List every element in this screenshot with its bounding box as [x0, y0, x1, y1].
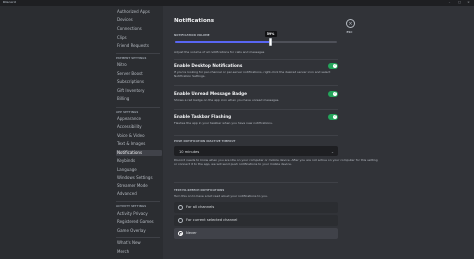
- sidebar-item-authorized-apps[interactable]: Authorized Apps: [116, 9, 162, 15]
- check-icon: ✓: [333, 114, 337, 119]
- check-icon: ✓: [333, 63, 337, 68]
- volume-tooltip: 59%: [264, 31, 277, 37]
- sidebar-item-text-images[interactable]: Text & Images: [116, 141, 162, 147]
- sidebar-divider: [116, 237, 160, 238]
- section-divider: [174, 135, 338, 136]
- volume-slider[interactable]: [175, 41, 337, 43]
- sidebar-divider: [116, 53, 160, 54]
- sidebar-item-notifications[interactable]: Notifications: [116, 150, 162, 156]
- taskbar-flashing-description: Flashes the app in your taskbar when you…: [174, 121, 273, 125]
- desktop-notifications-title: Enable Desktop Notifications: [174, 63, 243, 68]
- sidebar-item-merch[interactable]: Merch: [116, 249, 162, 255]
- sidebar-item-voice-video[interactable]: Voice & Video: [116, 133, 162, 139]
- sidebar-header-billing: PAYMENT SETTINGS: [116, 57, 147, 60]
- page-title: Notifications: [174, 18, 215, 24]
- section-divider: [174, 109, 338, 110]
- tts-option-current-channel[interactable]: For current selected channel: [174, 215, 338, 226]
- radio-icon: [178, 218, 183, 223]
- sidebar-divider: [116, 201, 160, 202]
- volume-header: NOTIFICATION VOLUME: [174, 34, 210, 37]
- maximize-icon[interactable]: □: [458, 1, 461, 4]
- close-settings[interactable]: × ESC: [346, 19, 356, 35]
- sidebar-item-clips[interactable]: Clips: [116, 35, 162, 41]
- sidebar-item-connections[interactable]: Connections: [116, 26, 162, 32]
- tts-option-label: Never: [186, 231, 197, 235]
- unread-badge-description: Shows a red badge on the app icon when y…: [174, 98, 280, 102]
- taskbar-flashing-toggle[interactable]: ✓: [328, 114, 338, 120]
- sidebar-header-activity: ACTIVITY SETTINGS: [116, 205, 147, 208]
- sidebar-item-game-overlay[interactable]: Game Overlay: [116, 228, 162, 234]
- sidebar-item-whats-new[interactable]: What's New: [116, 240, 162, 246]
- esc-label: ESC: [346, 30, 353, 34]
- tts-option-label: For current selected channel: [186, 218, 238, 222]
- sidebar-item-friend-requests[interactable]: Friend Requests: [116, 43, 162, 49]
- sidebar-item-billing[interactable]: Billing: [116, 96, 162, 102]
- unread-badge-toggle[interactable]: ✓: [328, 91, 338, 97]
- sidebar-item-windows-settings[interactable]: Windows Settings: [116, 175, 162, 181]
- taskbar-flashing-title: Enable Taskbar Flashing: [174, 114, 232, 119]
- sidebar-divider: [116, 107, 160, 108]
- close-window-icon[interactable]: ×: [467, 1, 470, 4]
- sidebar-item-appearance[interactable]: Appearance: [116, 116, 162, 122]
- sidebar-item-language[interactable]: Language: [116, 167, 162, 173]
- push-timeout-header: PUSH NOTIFICATION INACTIVE TIMEOUT: [174, 140, 236, 143]
- sidebar-item-keybinds[interactable]: Keybinds: [116, 158, 162, 164]
- volume-description: Adjust the volume of all notifications f…: [174, 50, 265, 54]
- chevron-down-icon: ⌄: [330, 150, 334, 154]
- section-divider: [174, 85, 338, 86]
- sidebar-item-registered-games[interactable]: Registered Games: [116, 219, 162, 225]
- desktop-notifications-description-2: Notification Settings.: [174, 74, 206, 78]
- sidebar-item-subscriptions[interactable]: Subscriptions: [116, 79, 162, 85]
- sidebar-item-activity-privacy[interactable]: Activity Privacy: [116, 211, 162, 217]
- volume-slider-handle[interactable]: [269, 37, 273, 46]
- sidebar-item-accessibility[interactable]: Accessibility: [116, 124, 162, 130]
- section-divider: [174, 59, 338, 60]
- check-icon: ✓: [333, 91, 337, 96]
- minimize-icon[interactable]: –: [448, 1, 451, 4]
- window-title: Discord: [3, 0, 16, 4]
- sidebar-item-streamer-mode[interactable]: Streamer Mode: [116, 183, 162, 189]
- desktop-notifications-toggle[interactable]: ✓: [328, 63, 338, 69]
- sidebar-item-gift-inventory[interactable]: Gift Inventory: [116, 88, 162, 94]
- push-timeout-description-2: or connect it to the app, we will send p…: [174, 162, 292, 166]
- tts-option-never[interactable]: Never: [174, 228, 338, 239]
- tts-description: Turn this on to have a bot read aloud yo…: [174, 194, 268, 198]
- sidebar-item-advanced[interactable]: Advanced: [116, 191, 162, 197]
- volume-slider-fill: [175, 41, 271, 43]
- sidebar-item-server-boost[interactable]: Server Boost: [116, 71, 162, 77]
- radio-icon: [178, 231, 183, 236]
- sidebar-item-devices[interactable]: Devices: [116, 17, 162, 23]
- sidebar-header-app: APP SETTINGS: [116, 111, 139, 114]
- push-timeout-value: 10 minutes: [179, 150, 200, 154]
- section-divider: [174, 182, 338, 183]
- radio-icon: [178, 205, 183, 210]
- tts-header: TEXT-TO-SPEECH NOTIFICATIONS: [174, 189, 225, 192]
- push-timeout-select[interactable]: 10 minutes ⌄: [174, 146, 338, 156]
- tts-option-label: For all channels: [186, 205, 215, 209]
- tts-option-all-channels[interactable]: For all channels: [174, 202, 338, 213]
- close-icon[interactable]: ×: [346, 19, 355, 28]
- unread-badge-title: Enable Unread Message Badge: [174, 91, 247, 96]
- sidebar-item-nitro[interactable]: Nitro: [116, 62, 162, 68]
